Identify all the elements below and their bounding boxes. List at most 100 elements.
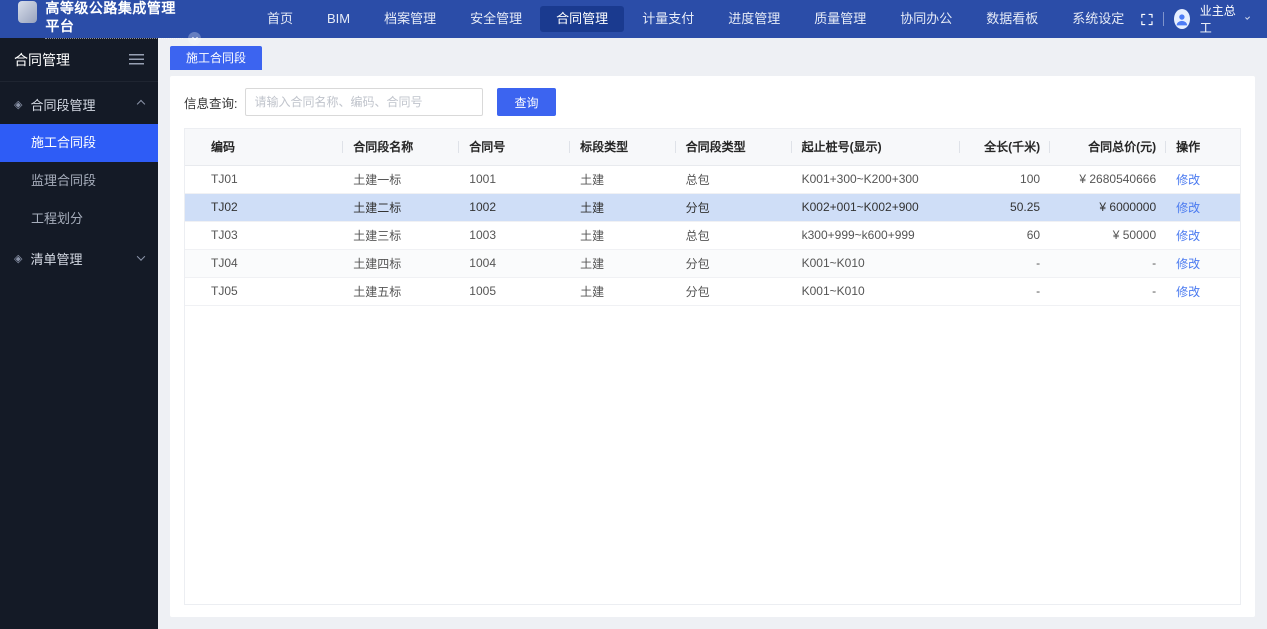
fullscreen-icon[interactable] [1141,12,1153,27]
tab[interactable]: 施工合同段 [170,46,263,70]
chevron-down-icon [136,252,146,261]
column-header: 合同段名称 [343,129,460,166]
table-cell: 土建 [570,221,676,250]
edit-link[interactable]: 修改 [1176,257,1200,271]
search-button[interactable]: 查询 [497,88,556,116]
user-name[interactable]: 业主总工 [1200,2,1238,36]
column-header: 操作 [1166,129,1240,166]
table-cell: K002+001~K002+900 [791,193,961,222]
table-cell: k300+999~k600+999 [791,221,961,250]
column-header: 合同号 [459,129,571,166]
chevron-down-icon [192,34,198,40]
divider [1163,12,1164,26]
table-cell: 1003 [459,221,571,250]
nav-item[interactable]: BIM [311,6,366,32]
table-row[interactable]: TJ01 土建一标 1001 土建 总包 K001+300~K200+300 100 ¥ 26… [185,165,1240,194]
column-header: 全长(千米) [960,129,1051,166]
brand-underline [45,32,202,45]
nav-item[interactable]: 档案管理 [368,6,452,32]
action-cell: 修改 [1166,277,1240,306]
table-cell: - [1050,249,1167,278]
action-cell: 修改 [1166,193,1240,222]
table-cell: ¥ 2680540666 [1050,165,1167,194]
nav-item[interactable]: 质量管理 [798,6,882,32]
table-cell: 土建三标 [343,221,460,250]
sidebar-item[interactable]: 施工合同段 [0,124,158,162]
chevron-up-icon [136,99,146,109]
app-title: 高等级公路集成管理平台 [45,0,176,34]
edit-link[interactable]: 修改 [1176,173,1200,187]
app-root: 高等级公路集成管理平台 首页 BIM 档案管理 安全管理 合同管理 计量支付 进度管理 质量管… [0,0,1267,629]
table-cell: 土建 [570,165,676,194]
table-cell: K001~K010 [791,249,961,278]
action-cell: 修改 [1166,221,1240,250]
table-cell: 土建四标 [343,249,460,278]
sidebar-fold-icon[interactable] [129,54,144,65]
table-cell: 土建五标 [343,277,460,306]
sidebar-group-label: 合同段管理 [30,97,96,113]
table-cell: 50.25 [960,193,1051,222]
table-cell: 土建二标 [343,193,460,222]
table-cell: TJ02 [185,193,344,222]
search-input[interactable] [245,88,484,116]
edit-link[interactable]: 修改 [1176,201,1200,215]
table-cell: - [1050,277,1167,306]
action-cell: 修改 [1166,165,1240,194]
app-logo-icon [18,1,38,23]
table-cell: TJ05 [185,277,344,306]
column-header: 合同总价(元) [1050,129,1167,166]
brand: 高等级公路集成管理平台 [18,0,202,45]
table-cell: 100 [960,165,1051,194]
table-cell: - [960,249,1051,278]
table-cell: ¥ 6000000 [1050,193,1167,222]
edit-link[interactable]: 修改 [1176,229,1200,243]
top-bar: 高等级公路集成管理平台 首页 BIM 档案管理 安全管理 合同管理 计量支付 进度管理 质量管… [0,0,1267,45]
table-head-row: 编码 合同段名称 合同号 标段类型 合同段类型 起止桩号(显示) 全长(千米) 合同总价(元)… [185,129,1240,166]
table-cell: 总包 [675,165,792,194]
table-cell: 土建 [570,193,676,222]
nav-item[interactable]: 首页 [251,6,309,32]
content-panel: 信息查询: 查询 编码合同段名称合同号标段类型合同段类型起止桩号(显示)全长(千… [170,76,1255,617]
table-cell: 60 [960,221,1051,250]
nav-item[interactable]: 安全管理 [454,6,538,32]
table-row[interactable]: TJ04 土建四标 1004 土建 分包 K001~K010- - 修改 [185,249,1240,278]
table-cell: 1005 [459,277,571,306]
main-content: 施工合同段 信息查询: 查询 编码合同段名称合同号标段类型合同段类型起止桩号(显… [158,38,1267,629]
table-cell: 1001 [459,165,571,194]
table-cell: TJ03 [185,221,344,250]
table-cell: 总包 [675,221,792,250]
table-row[interactable]: TJ02 土建二标 1002 土建 分包 K002+001~K002+900 50.25 ¥ … [185,193,1240,222]
edit-link[interactable]: 修改 [1176,285,1200,299]
table-cell: 1004 [459,249,571,278]
nav-item[interactable]: 协同办公 [884,6,968,32]
sidebar-group[interactable]: ◈ 合同段管理 [0,84,158,124]
sidebar: 合同管理 ◈ 合同段管理 施工合同段 监理合同段 工程划分 ◈ 清单管理 [0,38,158,629]
table-cell: 土建 [570,249,676,278]
sidebar-group[interactable]: ◈ 清单管理 [0,238,158,278]
user-chevron-down-icon[interactable] [1244,14,1250,21]
table-cell: - [960,277,1051,306]
table-cell: ¥ 50000 [1050,221,1167,250]
column-header: 合同段类型 [675,129,792,166]
table-cell: 土建 [570,277,676,306]
group-bullet-icon: ◈ [14,252,23,265]
contract-table-wrap: 编码 合同段名称 合同号 标段类型 合同段类型 起止桩号(显示) 全长(千米) 合同总价(元)… [184,128,1241,605]
avatar[interactable] [1173,9,1190,29]
nav-item[interactable]: 合同管理 [540,6,625,32]
sidebar-title: 合同管理 [14,51,70,68]
user-icon [1176,14,1188,26]
table-row[interactable]: TJ05 土建五标 1005 土建 分包 K001~K010- - 修改 [185,277,1240,306]
table-cell: 分包 [675,277,792,306]
action-cell: 修改 [1166,249,1240,278]
nav-item[interactable]: 系统设定 [1056,6,1140,32]
search-bar: 信息查询: 查询 [184,88,1241,116]
nav-item[interactable]: 数据看板 [970,6,1054,32]
sidebar-item[interactable]: 工程划分 [0,200,158,238]
nav-item[interactable]: 进度管理 [712,6,796,32]
sidebar-item[interactable]: 监理合同段 [0,162,158,200]
table-cell: K001+300~K200+300 [791,165,961,194]
nav-item[interactable]: 计量支付 [626,6,710,32]
table-cell: K001~K010 [791,277,961,306]
table-cell: 分包 [675,249,792,278]
table-row[interactable]: TJ03 土建三标 1003 土建 总包 k300+999~k600+999 60 ¥ 500… [185,221,1240,250]
